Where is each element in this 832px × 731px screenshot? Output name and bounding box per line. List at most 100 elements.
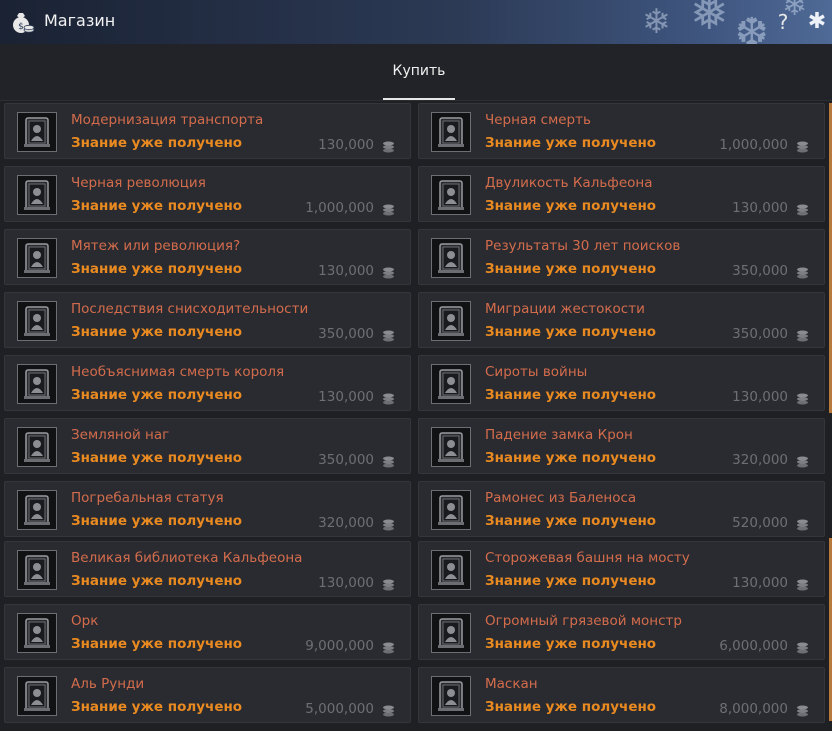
item-status: Знание уже получено	[485, 198, 657, 214]
silver-coin-icon	[382, 639, 395, 654]
help-button[interactable]: ?	[772, 8, 794, 36]
item-name: Черная революция	[71, 175, 206, 191]
item-price: 6,000,000	[719, 638, 788, 654]
silver-coin-icon	[796, 639, 809, 654]
item-name: Земляной наг	[71, 427, 170, 443]
item-name: Двуликость Кальфеона	[485, 175, 653, 191]
shop-item[interactable]: Орк Знание уже получено 9,000,000	[4, 604, 411, 660]
knowledge-book-icon	[17, 490, 57, 530]
item-price: 350,000	[732, 326, 788, 342]
item-price: 130,000	[732, 200, 788, 216]
item-name: Последствия снисходительности	[71, 301, 309, 317]
item-name: Сторожевая башня на мосту	[485, 550, 690, 566]
silver-coin-icon	[382, 390, 395, 405]
item-name: Погребальная статуя	[71, 490, 224, 506]
shop-item[interactable]: Мятеж или революция? Знание уже получено 1…	[4, 229, 411, 285]
item-status: Знание уже получено	[485, 450, 657, 466]
item-status: Знание уже получено	[71, 387, 243, 403]
knowledge-book-icon	[431, 112, 471, 152]
item-status: Знание уже получено	[485, 261, 657, 277]
knowledge-book-icon	[17, 676, 57, 716]
shop-item[interactable]: Необъяснимая смерть короля Знание уже пол…	[4, 355, 411, 411]
shop-item[interactable]: Погребальная статуя Знание уже получено 32…	[4, 481, 411, 537]
silver-coin-icon	[382, 327, 395, 342]
item-name: Сироты войны	[485, 364, 588, 380]
item-price: 350,000	[318, 326, 374, 342]
silver-coin-icon	[382, 516, 395, 531]
item-name: Огромный грязевой монстр	[485, 613, 682, 629]
shop-item[interactable]: Результаты 30 лет поисков Знание уже полу…	[418, 229, 825, 285]
shop-item[interactable]: Последствия снисходительности Знание уже …	[4, 292, 411, 348]
item-price: 130,000	[318, 137, 374, 153]
item-price: 350,000	[732, 263, 788, 279]
tab-buy[interactable]: Купить	[383, 44, 455, 100]
item-status: Знание уже получено	[485, 636, 657, 652]
silver-coin-icon	[382, 201, 395, 216]
silver-coin-icon	[382, 576, 395, 591]
shop-item[interactable]: Черная революция Знание уже получено 1,000…	[4, 166, 411, 222]
item-name: Маскан	[485, 676, 538, 692]
knowledge-book-icon	[17, 175, 57, 215]
item-price: 1,000,000	[305, 200, 374, 216]
knowledge-book-icon	[431, 427, 471, 467]
silver-coin-icon	[796, 201, 809, 216]
silver-coin-icon	[382, 453, 395, 468]
shop-item[interactable]: Сторожевая башня на мосту Знание уже полу…	[418, 541, 825, 597]
shop-item[interactable]: Миграции жестокости Знание уже получено 35…	[418, 292, 825, 348]
snowflake-decoration-icon: ❆	[735, 10, 769, 44]
item-price: 8,000,000	[719, 701, 788, 717]
knowledge-book-icon	[431, 550, 471, 590]
item-price: 1,000,000	[719, 137, 788, 153]
knowledge-book-icon	[431, 175, 471, 215]
shop-window: $ Магазин ❄ ❅ ❆ ❄ ? ✱ Купить Модернизаци…	[0, 0, 832, 731]
svg-text:$: $	[18, 22, 24, 32]
shop-item[interactable]: Черная смерть Знание уже получено 1,000,00…	[418, 103, 825, 159]
knowledge-book-icon	[431, 364, 471, 404]
item-status: Знание уже получено	[485, 699, 657, 715]
shop-item[interactable]: Падение замка Крон Знание уже получено 320…	[418, 418, 825, 474]
item-price: 9,000,000	[305, 638, 374, 654]
shop-item[interactable]: Модернизация транспорта Знание уже получе…	[4, 103, 411, 159]
item-name: Мятеж или революция?	[71, 238, 241, 254]
shop-item[interactable]: Огромный грязевой монстр Знание уже получ…	[418, 604, 825, 660]
item-price: 350,000	[318, 452, 374, 468]
shop-item[interactable]: Рамонес из Баленоса Знание уже получено 52…	[418, 481, 825, 537]
item-status: Знание уже получено	[71, 513, 243, 529]
item-price: 520,000	[732, 515, 788, 531]
shop-item[interactable]: Великая библиотека Кальфеона Знание уже п…	[4, 541, 411, 597]
item-name: Модернизация транспорта	[71, 112, 264, 128]
item-price: 320,000	[318, 515, 374, 531]
item-status: Знание уже получено	[485, 573, 657, 589]
item-status: Знание уже получено	[485, 513, 657, 529]
snowflake-decoration-icon: ❄	[642, 2, 671, 42]
title-bar[interactable]: $ Магазин ❄ ❅ ❆ ❄ ? ✱	[0, 0, 832, 44]
snowflake-decoration-icon: ❅	[690, 0, 729, 40]
silver-coin-icon	[796, 264, 809, 279]
item-status: Знание уже получено	[71, 450, 243, 466]
knowledge-book-icon	[431, 613, 471, 653]
item-status: Знание уже получено	[71, 699, 243, 715]
shop-item[interactable]: Аль Рунди Знание уже получено 5,000,000	[4, 667, 411, 723]
shop-item[interactable]: Маскан Знание уже получено 8,000,000	[418, 667, 825, 723]
settings-button[interactable]: ✱	[804, 8, 830, 36]
silver-coin-icon	[382, 264, 395, 279]
item-price: 130,000	[318, 263, 374, 279]
money-bag-icon: $	[13, 13, 35, 33]
shop-item[interactable]: Сироты войны Знание уже получено 130,000	[418, 355, 825, 411]
item-name: Великая библиотека Кальфеона	[71, 550, 303, 566]
item-status: Знание уже получено	[71, 135, 243, 151]
shop-item[interactable]: Земляной наг Знание уже получено 350,000	[4, 418, 411, 474]
knowledge-book-icon	[17, 613, 57, 653]
shop-item[interactable]: Двуликость Кальфеона Знание уже получено 1…	[418, 166, 825, 222]
knowledge-book-icon	[431, 676, 471, 716]
item-status: Знание уже получено	[71, 636, 243, 652]
knowledge-book-icon	[431, 238, 471, 278]
item-price: 130,000	[732, 575, 788, 591]
item-name: Необъяснимая смерть короля	[71, 364, 285, 380]
item-price: 5,000,000	[305, 701, 374, 717]
item-name: Результаты 30 лет поисков	[485, 238, 681, 254]
silver-coin-icon	[382, 138, 395, 153]
item-status: Знание уже получено	[71, 261, 243, 277]
item-name: Орк	[71, 613, 99, 629]
item-price: 130,000	[318, 575, 374, 591]
